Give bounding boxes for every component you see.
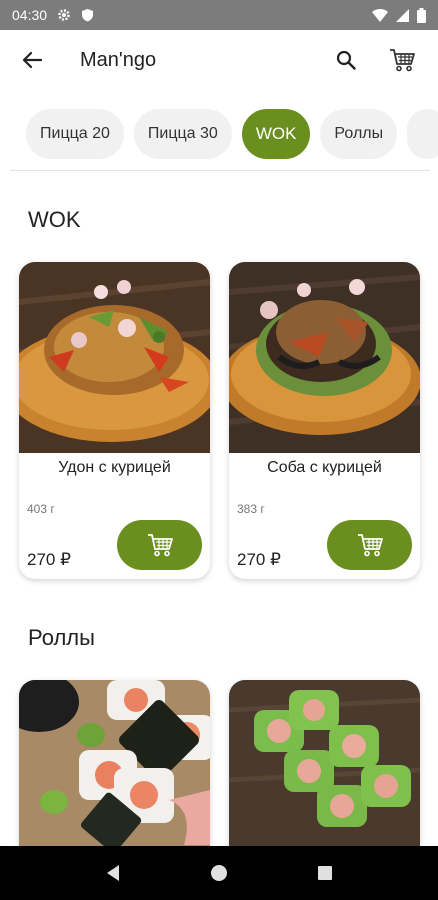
nav-back-button[interactable] xyxy=(93,853,133,893)
divider xyxy=(10,170,430,171)
product-photo xyxy=(229,262,420,453)
category-tabs: Пицца 20 Пицца 30 WOK Роллы xyxy=(0,104,438,164)
search-icon xyxy=(336,50,356,70)
page-title: Man'ngo xyxy=(80,48,157,71)
circle-home-icon xyxy=(211,865,227,881)
product-photo xyxy=(19,680,210,850)
tab-rolls[interactable]: Роллы xyxy=(320,109,398,159)
nav-recents-button[interactable] xyxy=(305,853,345,893)
triangle-back-icon xyxy=(107,865,119,881)
shopping-cart-icon xyxy=(390,49,415,72)
product-weight: 383 г xyxy=(237,502,265,516)
signal-icon xyxy=(396,8,409,22)
section-title-wok: WOK xyxy=(28,207,81,232)
back-button[interactable] xyxy=(14,42,50,78)
app-bar: Man'ngo xyxy=(0,30,438,90)
product-photo xyxy=(19,262,210,453)
tab-label: Пицца 30 xyxy=(147,125,218,142)
status-bar: 04:30 xyxy=(0,0,438,30)
add-to-cart-button[interactable] xyxy=(327,520,412,570)
back-arrow-icon xyxy=(22,51,42,69)
tab-label: Роллы xyxy=(334,125,384,142)
square-recents-icon xyxy=(318,866,332,880)
tab-pizza-30[interactable]: Пицца 30 xyxy=(133,109,232,159)
system-nav-bar xyxy=(0,846,438,900)
add-to-cart-button[interactable] xyxy=(117,520,202,570)
battery-icon xyxy=(417,7,426,23)
product-card[interactable]: Соба с курицей 383 г 270 ₽ xyxy=(229,262,420,579)
product-name: Соба с курицей xyxy=(267,459,382,476)
cart-add-icon xyxy=(357,534,383,557)
product-weight: 403 г xyxy=(27,502,55,516)
tab-pizza-20[interactable]: Пицца 20 xyxy=(26,109,124,159)
tab-wok[interactable]: WOK xyxy=(241,109,311,159)
product-card[interactable]: Удон с курицей 403 г 270 ₽ xyxy=(19,262,210,579)
status-time: 04:30 xyxy=(12,7,48,23)
settings-gear-icon xyxy=(57,8,71,22)
product-name: Удон с курицей xyxy=(58,459,171,476)
product-card[interactable] xyxy=(229,680,420,850)
tab-more[interactable] xyxy=(407,109,438,159)
section-title-rolls: Роллы xyxy=(28,625,95,650)
product-card[interactable] xyxy=(19,680,210,850)
product-photo xyxy=(229,680,420,850)
tab-label: Пицца 20 xyxy=(40,125,110,142)
product-price: 270 ₽ xyxy=(237,550,281,569)
search-button[interactable] xyxy=(328,42,364,78)
nav-home-button[interactable] xyxy=(199,853,239,893)
cart-button[interactable] xyxy=(384,42,420,78)
cart-add-icon xyxy=(147,534,173,557)
wifi-icon xyxy=(372,8,388,22)
shield-icon xyxy=(81,8,94,22)
tab-label: WOK xyxy=(255,124,297,143)
product-price: 270 ₽ xyxy=(27,550,71,569)
